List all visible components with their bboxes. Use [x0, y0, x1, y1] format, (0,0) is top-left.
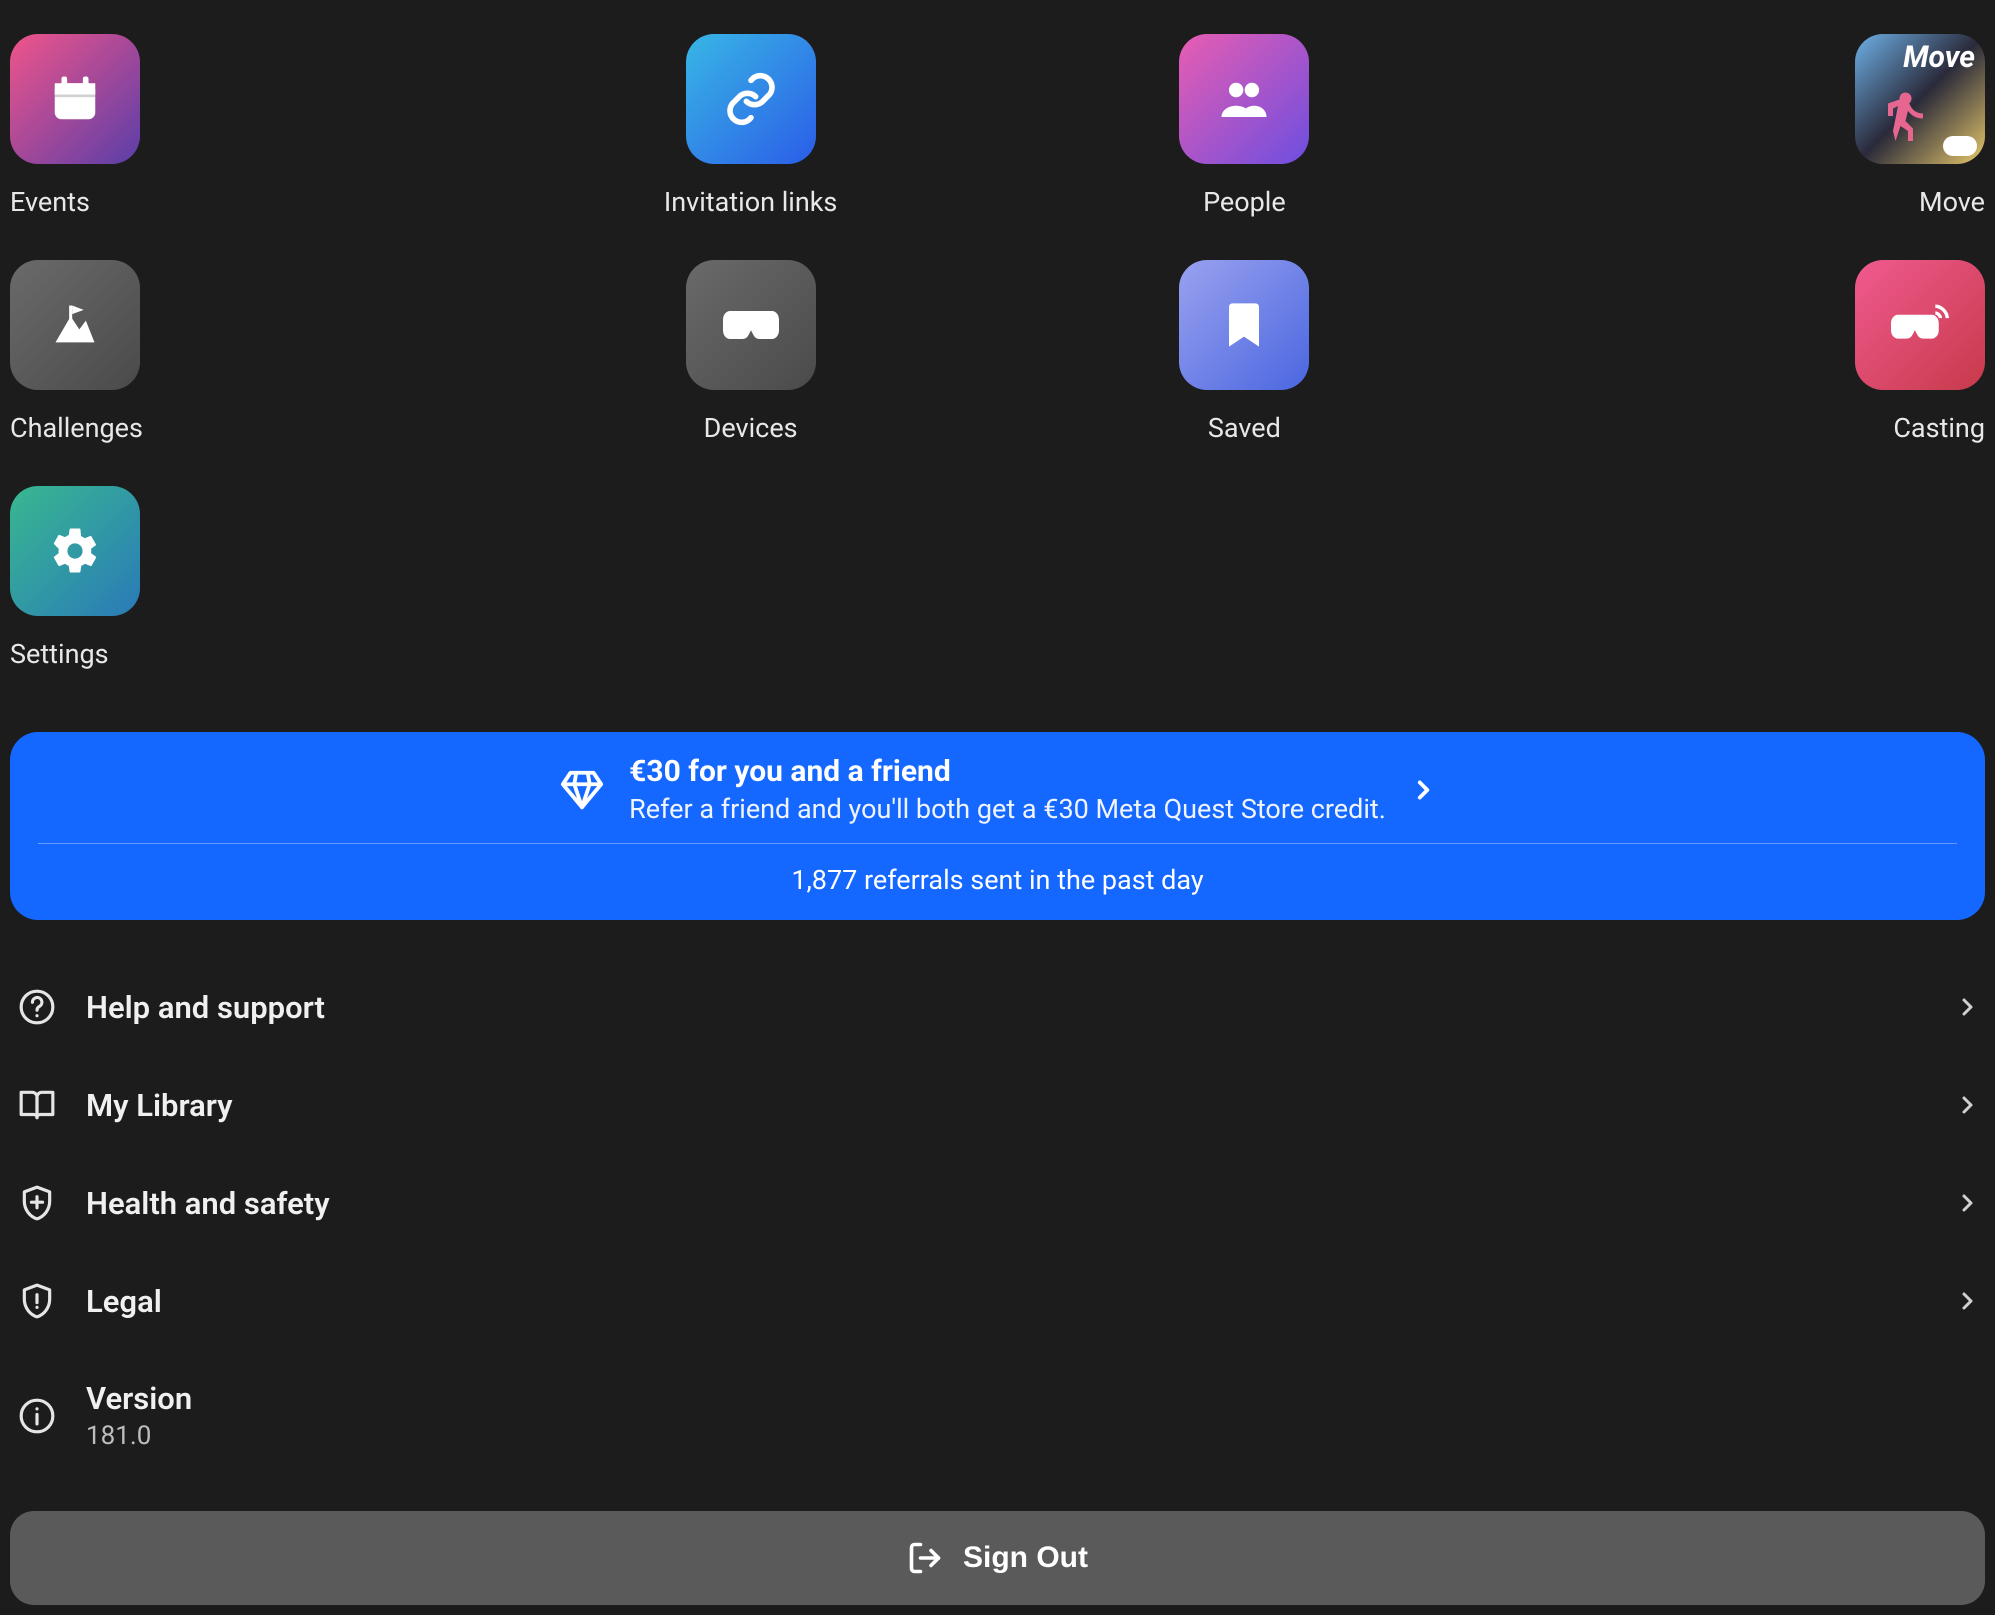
menu-label: Version	[86, 1380, 1979, 1417]
help-circle-icon	[16, 988, 58, 1026]
app-label: Casting	[1893, 412, 1985, 444]
app-label: Challenges	[10, 412, 143, 444]
gear-icon	[49, 525, 101, 577]
chevron-right-icon	[1955, 995, 1979, 1019]
app-tile	[1855, 260, 1985, 390]
app-saved[interactable]: Saved	[998, 260, 1492, 444]
app-tile: Move	[1855, 34, 1985, 164]
app-invitation-links[interactable]: Invitation links	[504, 34, 998, 218]
app-label: Invitation links	[664, 186, 837, 218]
chevron-right-icon	[1410, 777, 1436, 803]
sign-out-label: Sign Out	[963, 1541, 1088, 1575]
app-people[interactable]: People	[998, 34, 1492, 218]
sign-out-button[interactable]: Sign Out	[10, 1511, 1985, 1605]
oculus-badge-icon	[1943, 136, 1977, 156]
sign-out-icon	[907, 1540, 943, 1576]
app-tile	[10, 486, 140, 616]
app-tile	[1179, 260, 1309, 390]
app-tile	[10, 260, 140, 390]
shield-alert-icon	[16, 1282, 58, 1320]
referral-subtitle: Refer a friend and you'll both get a €30…	[629, 793, 1386, 825]
menu-health-safety[interactable]: Health and safety	[10, 1154, 1985, 1252]
link-icon	[723, 71, 779, 127]
menu-version: Version 181.0	[10, 1350, 1985, 1481]
referral-footer: 1,877 referrals sent in the past day	[38, 844, 1957, 896]
menu-help-support[interactable]: Help and support	[10, 958, 1985, 1056]
menu-legal[interactable]: Legal	[10, 1252, 1985, 1350]
menu-label: Health and safety	[86, 1185, 1927, 1222]
chevron-right-icon	[1955, 1093, 1979, 1117]
referral-text: €30 for you and a friend Refer a friend …	[629, 754, 1386, 825]
app-tile	[686, 260, 816, 390]
cast-headset-icon	[1891, 303, 1949, 347]
mountain-flag-icon	[49, 299, 101, 351]
menu-my-library[interactable]: My Library	[10, 1056, 1985, 1154]
app-label: Devices	[704, 412, 798, 444]
app-label: Saved	[1208, 412, 1281, 444]
app-label: People	[1203, 186, 1286, 218]
app-grid: Events Invitation links People Move Move	[10, 10, 1985, 704]
referral-link[interactable]: €30 for you and a friend Refer a friend …	[38, 754, 1957, 843]
bookmark-icon	[1224, 300, 1264, 350]
vr-headset-icon	[723, 305, 779, 345]
app-settings[interactable]: Settings	[10, 486, 504, 670]
app-label: Settings	[10, 638, 109, 670]
shield-plus-icon	[16, 1184, 58, 1222]
info-icon	[16, 1397, 58, 1435]
menu-list: Help and support My Library Health and s…	[10, 958, 1985, 1481]
app-challenges[interactable]: Challenges	[10, 260, 504, 444]
app-label: Move	[1919, 186, 1985, 218]
version-value: 181.0	[86, 1421, 1979, 1451]
referral-title: €30 for you and a friend	[629, 754, 1386, 789]
calendar-icon	[48, 72, 102, 126]
people-icon	[1217, 72, 1271, 126]
app-devices[interactable]: Devices	[504, 260, 998, 444]
app-move[interactable]: Move Move	[1491, 34, 1985, 218]
app-tile	[1179, 34, 1309, 164]
fitness-person-icon	[1873, 86, 1933, 146]
referral-banner: €30 for you and a friend Refer a friend …	[10, 732, 1985, 920]
app-casting[interactable]: Casting	[1491, 260, 1985, 444]
chevron-right-icon	[1955, 1191, 1979, 1215]
app-tile	[10, 34, 140, 164]
move-logo-text: Move	[1903, 40, 1975, 75]
menu-label: Help and support	[86, 989, 1927, 1026]
chevron-right-icon	[1955, 1289, 1979, 1313]
app-label: Events	[10, 186, 90, 218]
app-tile	[686, 34, 816, 164]
menu-label: Legal	[86, 1283, 1927, 1320]
app-events[interactable]: Events	[10, 34, 504, 218]
menu-label: My Library	[86, 1087, 1927, 1124]
diamond-icon	[559, 767, 605, 813]
book-open-icon	[16, 1086, 58, 1124]
